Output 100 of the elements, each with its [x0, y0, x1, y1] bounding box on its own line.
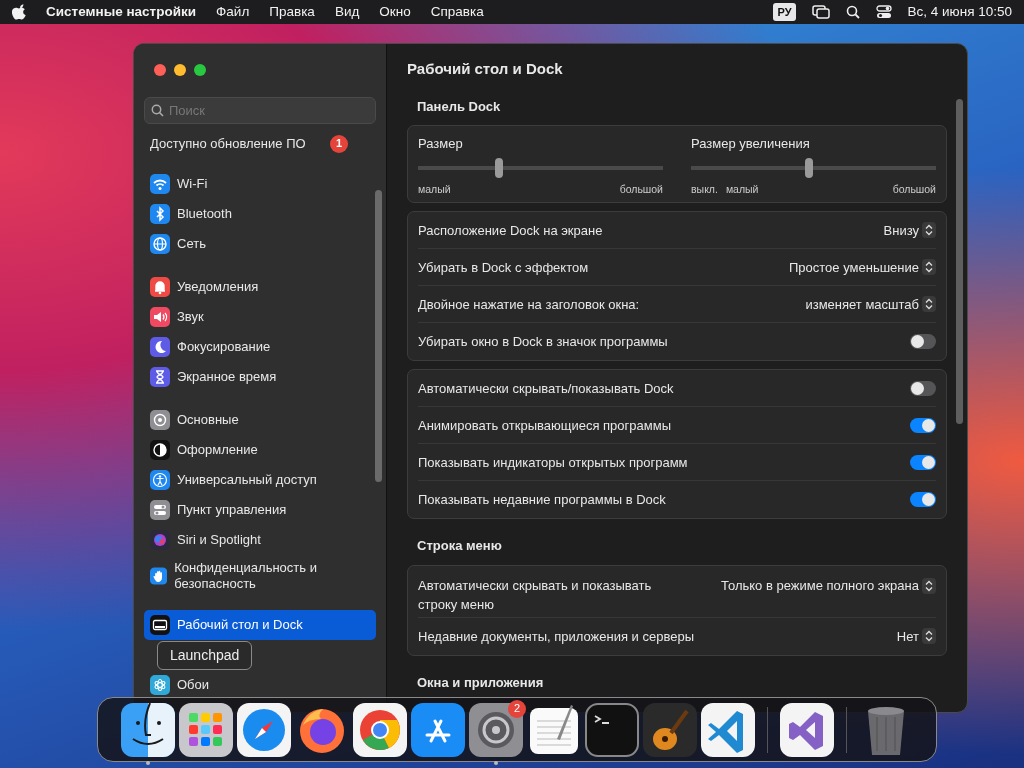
popup-menu[interactable]: Нет [896, 626, 936, 646]
stepper-chevrons-icon[interactable] [922, 222, 936, 239]
menu-item[interactable]: Справка [430, 1, 484, 23]
orb-icon [150, 530, 170, 550]
menu-item[interactable]: Окно [379, 1, 411, 23]
wifi-icon [150, 174, 170, 194]
section-heading: Окна и приложения [417, 673, 545, 692]
popup-menu[interactable]: изменяет масштаб [805, 294, 936, 314]
tooltip: Launchpad [157, 641, 253, 670]
setting-label: Показывать недавние программы в Dock [418, 491, 666, 509]
stepper-chevrons-icon[interactable] [922, 628, 936, 645]
code-editor-icon[interactable] [701, 702, 755, 757]
sidebar-item[interactable]: Siri и Spotlight [177, 532, 261, 548]
toggle-switch[interactable] [910, 454, 936, 470]
stepper-chevrons-icon[interactable] [922, 577, 936, 594]
sidebar-item[interactable]: Фокусирование [177, 339, 271, 355]
setting-label: Показывать индикаторы открытых программ [418, 453, 688, 472]
toggle-switch[interactable] [910, 380, 936, 396]
bell-icon [150, 277, 170, 297]
hourglass-icon [150, 367, 170, 387]
slider-thumb[interactable] [804, 157, 813, 178]
letter-a-app-icon[interactable] [411, 702, 465, 757]
slider-label: Размер увеличения [691, 135, 811, 153]
guitar-app-icon[interactable] [643, 702, 697, 757]
menu-item[interactable]: Файл [216, 1, 250, 23]
toggle-switch[interactable] [910, 334, 936, 350]
scrollbar-thumb[interactable] [956, 99, 963, 424]
popup-menu[interactable]: Внизу [883, 220, 936, 240]
ide-infinity-icon[interactable] [780, 702, 834, 757]
accessibility-person-icon [150, 470, 170, 490]
sidebar-item[interactable]: Экранное время [177, 369, 277, 385]
terminal-prompt-icon[interactable] [585, 702, 639, 757]
slider-thumb[interactable] [494, 157, 503, 178]
menu-clock[interactable]: Вс, 4 июня 10:50 [907, 1, 1012, 23]
gear-app-icon[interactable] [469, 702, 523, 757]
notification-badge: 1 [330, 134, 348, 153]
page-title: Рабочий стол и Dock [407, 59, 564, 79]
setting-label: Недавние документы, приложения и серверы [418, 627, 694, 646]
sidebar-item[interactable]: Обои [177, 677, 210, 693]
section-heading: Строка меню [417, 537, 503, 556]
setting-label: Расположение Dock на экране [418, 221, 603, 240]
hand-icon [150, 566, 168, 586]
setting-label: Убирать окно в Dock в значок программы [418, 333, 668, 351]
slider-tick-label: выкл. [691, 181, 718, 197]
menu-app-name[interactable]: Системные настройки [46, 1, 197, 23]
close-button[interactable] [154, 64, 166, 76]
slider-tick-label: малый [725, 181, 759, 197]
toggle-switch[interactable] [910, 417, 936, 433]
notification-badge: 2 [508, 699, 526, 718]
dock-screen-icon [150, 615, 170, 635]
search-icon[interactable] [845, 5, 860, 19]
speaker-icon [150, 307, 170, 327]
stepper-chevrons-icon[interactable] [922, 296, 936, 313]
gear-icon [150, 410, 170, 430]
search-icon [151, 104, 164, 117]
stepper-chevrons-icon[interactable] [922, 259, 936, 276]
popup-menu[interactable]: Простое уменьшение [789, 257, 936, 277]
notepad-pen-icon[interactable] [527, 702, 581, 757]
input-source-indicator[interactable]: РУ [773, 2, 796, 22]
search-field[interactable]: Поиск [144, 97, 376, 124]
flower-icon [150, 675, 170, 695]
globe-icon [150, 234, 170, 254]
contrast-icon [150, 440, 170, 460]
sidebar-item[interactable]: Wi-Fi [177, 176, 208, 192]
menu-item[interactable]: Вид [334, 1, 360, 23]
setting-label: Анимировать открывающиеся программы [418, 416, 671, 435]
scrollbar-thumb[interactable] [375, 190, 382, 482]
sidebar-item[interactable]: Bluetooth [177, 206, 232, 222]
moon-icon [150, 337, 170, 357]
slider-label: Размер [418, 135, 464, 153]
bluetooth-icon [150, 204, 170, 224]
compass-app-icon[interactable] [237, 702, 291, 757]
setting-label: Автоматически скрывать и показывать строку меню [418, 576, 653, 615]
zoom-button[interactable] [194, 64, 206, 76]
minimize-button[interactable] [174, 64, 186, 76]
sidebar-item[interactable]: Уведомления [177, 279, 259, 295]
app-grid-icon[interactable] [179, 702, 233, 757]
sidebar-item-selected[interactable]: Рабочий стол и Dock [144, 610, 376, 640]
sidebar-item[interactable]: Универсальный доступ [177, 472, 317, 488]
setting-label: Убирать в Dock с эффектом [418, 258, 589, 277]
menu-item[interactable]: Правка [269, 1, 315, 23]
setting-label: Автоматически скрывать/показывать Dock [418, 379, 674, 398]
sidebar-item[interactable]: Основные [177, 412, 239, 428]
sidebar-item[interactable]: Звук [177, 309, 204, 325]
setting-label: Двойное нажатие на заголовок окна: [418, 295, 640, 314]
face-app-icon[interactable] [121, 702, 175, 757]
control-switches-icon[interactable] [875, 5, 892, 19]
slider-tick-label: малый [418, 181, 451, 197]
sidebar-item[interactable]: Оформление [177, 442, 258, 458]
popup-menu[interactable]: Только в режиме полного экрана [721, 575, 936, 596]
windows-icon[interactable] [811, 5, 830, 19]
sidebar-item[interactable]: Пункт управления [177, 502, 287, 518]
update-available-link[interactable]: Доступно обновление ПО [150, 133, 306, 154]
apple-logo-icon[interactable] [12, 4, 26, 20]
slider-tick-label: большой [619, 181, 663, 197]
section-heading: Панель Dock [417, 97, 502, 116]
switches-icon [150, 500, 170, 520]
toggle-switch[interactable] [910, 492, 936, 508]
sidebar-item[interactable]: Конфиденциальность и безопасность [174, 560, 370, 592]
sidebar-item[interactable]: Сеть [177, 236, 206, 252]
